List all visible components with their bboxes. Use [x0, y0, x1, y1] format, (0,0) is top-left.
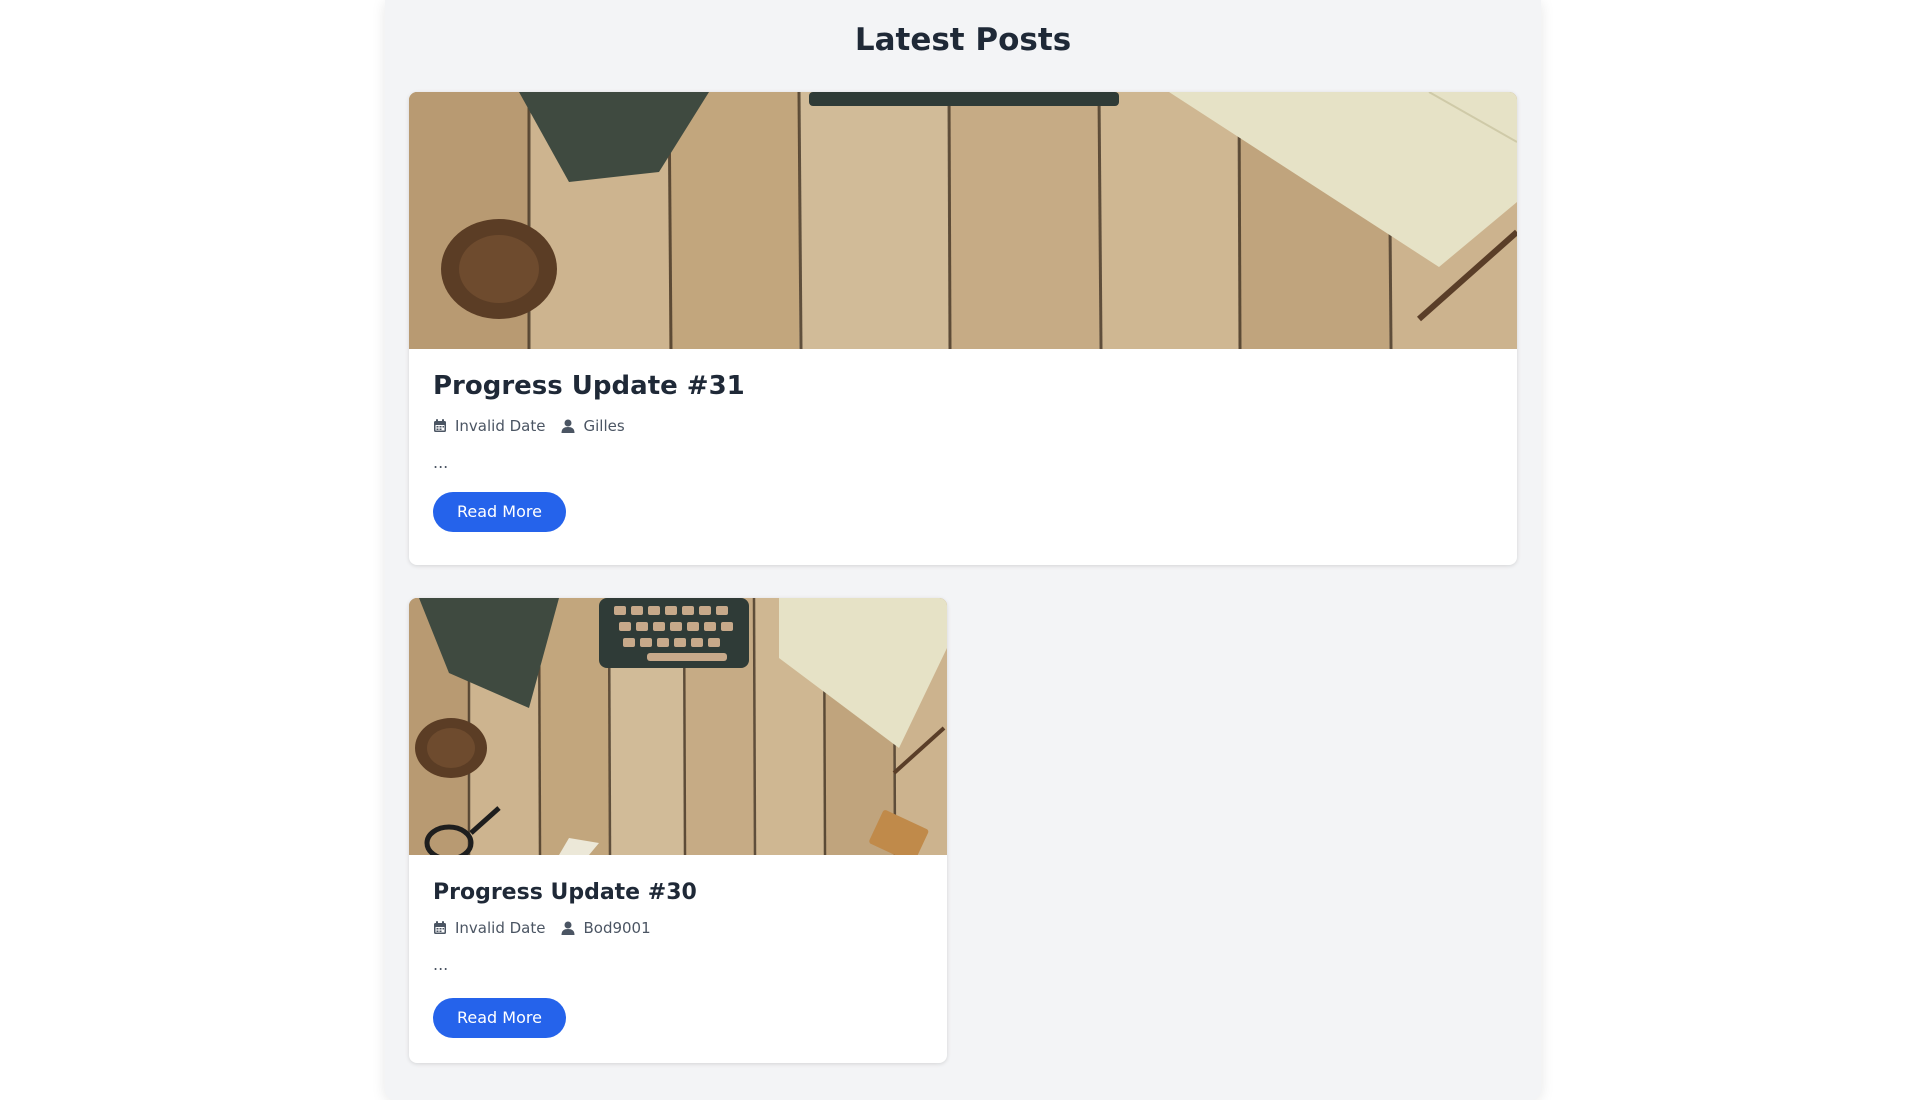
calendar-icon [434, 419, 446, 432]
post-date: Invalid Date [433, 417, 545, 435]
post-card: Progress Update #31 Invalid Date Gilles … [409, 92, 1517, 565]
post-date-text: Invalid Date [455, 919, 546, 937]
calendar-icon [434, 921, 446, 934]
post-author: Gilles [561, 417, 625, 435]
post-date: Invalid Date [433, 919, 545, 937]
post-excerpt: ... [433, 453, 449, 472]
post-title[interactable]: Progress Update #31 [433, 371, 1493, 401]
post-card: Progress Update #30 Invalid Date Bod9001… [409, 598, 947, 1063]
post-excerpt: ... [433, 955, 449, 974]
post-author-text: Gilles [583, 417, 625, 435]
read-more-button[interactable]: Read More [433, 998, 566, 1038]
page-title: Latest Posts [854, 22, 1072, 58]
post-image [409, 92, 1517, 349]
post-author-text: Bod9001 [583, 919, 651, 937]
post-date-text: Invalid Date [455, 417, 546, 435]
post-author: Bod9001 [561, 919, 651, 937]
post-title[interactable]: Progress Update #30 [433, 880, 923, 905]
post-meta: Invalid Date Gilles [433, 417, 1493, 435]
post-meta: Invalid Date Bod9001 [433, 919, 923, 937]
user-icon [561, 419, 575, 433]
post-image [409, 598, 947, 855]
user-icon [561, 921, 575, 935]
posts-container: Latest Posts Progress Update #31 Invalid… [385, 0, 1541, 1100]
read-more-button[interactable]: Read More [433, 492, 566, 532]
